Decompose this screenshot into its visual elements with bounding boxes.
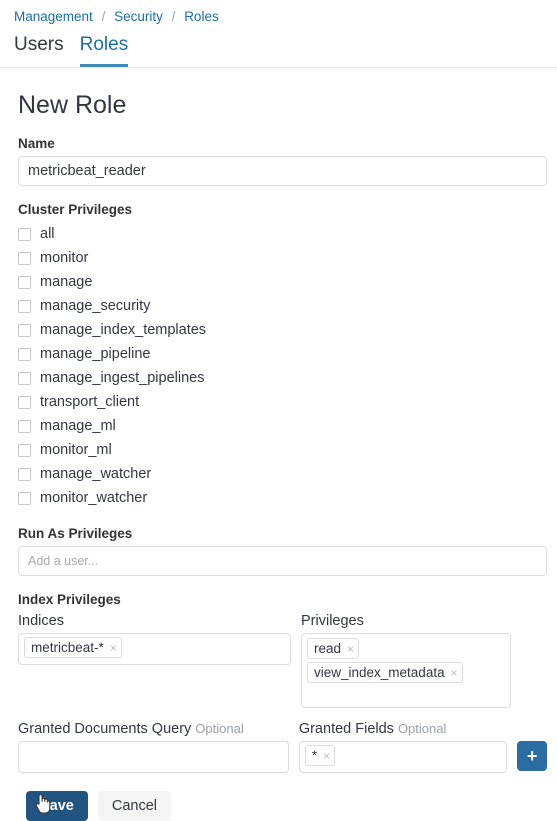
page-title: New Role — [18, 91, 127, 119]
cluster-privilege-row[interactable]: manage_ingest_pipelines — [18, 366, 547, 390]
granted-documents-query-textarea[interactable] — [18, 741, 289, 773]
checkbox-icon[interactable] — [18, 371, 31, 385]
cluster-privilege-row[interactable]: manage_watcher — [18, 462, 547, 486]
remove-icon[interactable]: × — [347, 643, 354, 655]
checkbox-icon[interactable] — [18, 275, 31, 289]
name-input[interactable] — [18, 156, 547, 186]
cluster-privilege-label: monitor_watcher — [40, 490, 148, 506]
breadcrumb-item-security[interactable]: Security — [114, 9, 163, 24]
cluster-privilege-label: manage — [40, 274, 93, 290]
checkbox-icon[interactable] — [18, 323, 31, 337]
tab-users[interactable]: Users — [14, 33, 64, 67]
cluster-privilege-label: manage_pipeline — [40, 346, 151, 362]
breadcrumb-separator: / — [101, 9, 106, 24]
checkbox-icon[interactable] — [18, 491, 31, 505]
cluster-privilege-row[interactable]: monitor_watcher — [18, 486, 547, 510]
granted-documents-query-label: Granted Documents Query Optional — [18, 720, 289, 738]
tab-bar: Users Roles — [0, 25, 557, 67]
privileges-combobox[interactable]: read × view_index_metadata × — [301, 633, 511, 708]
cluster-privilege-row[interactable]: transport_client — [18, 390, 547, 414]
granted-fields-column: Granted Fields Optional * × — [298, 720, 508, 773]
cluster-privilege-label: monitor — [40, 250, 89, 266]
cluster-privilege-row[interactable]: all — [18, 222, 547, 246]
indices-column: Indices metricbeat-* × — [18, 612, 291, 708]
checkbox-icon[interactable] — [18, 347, 31, 361]
checkbox-icon[interactable] — [18, 419, 31, 433]
cluster-privilege-row[interactable]: manage_ml — [18, 414, 547, 438]
new-role-form: New Role Name Cluster Privileges all mon… — [0, 90, 557, 821]
granted-fields-pill[interactable]: * × — [304, 745, 336, 766]
remove-icon[interactable]: × — [323, 750, 330, 762]
breadcrumb-item-roles[interactable]: Roles — [184, 9, 219, 24]
cluster-privileges-list: all monitor manage manage_security manag… — [18, 222, 547, 510]
privileges-label: Privileges — [301, 613, 364, 629]
form-actions: Save Cancel — [26, 791, 547, 821]
cluster-privilege-row[interactable]: manage_pipeline — [18, 342, 547, 366]
cluster-privilege-row[interactable]: monitor_ml — [18, 438, 547, 462]
optional-tag: Optional — [397, 721, 447, 736]
breadcrumb-item-management[interactable]: Management — [14, 9, 93, 24]
add-index-privilege-button[interactable]: + — [517, 741, 548, 771]
cluster-privilege-row[interactable]: monitor — [18, 246, 547, 270]
tab-divider — [0, 67, 557, 68]
checkbox-icon[interactable] — [18, 467, 31, 481]
run-as-privileges-label: Run As Privileges — [18, 526, 133, 541]
tab-roles[interactable]: Roles — [79, 33, 129, 67]
granted-row: Granted Documents Query Optional Granted … — [18, 720, 548, 773]
checkbox-icon[interactable] — [18, 443, 31, 457]
privileges-column: Privileges read × view_index_metadata × — [301, 612, 511, 708]
cancel-button[interactable]: Cancel — [97, 791, 172, 821]
indices-combobox[interactable]: metricbeat-* × — [18, 633, 291, 665]
indices-pill[interactable]: metricbeat-* × — [24, 637, 122, 658]
granted-fields-combobox[interactable]: * × — [298, 741, 508, 773]
privileges-pill[interactable]: read × — [307, 638, 360, 659]
indices-label: Indices — [18, 613, 64, 629]
privileges-pill-label: view_index_metadata — [314, 665, 445, 680]
breadcrumb: Management / Security / Roles — [0, 0, 557, 25]
granted-fields-label: Granted Fields Optional — [299, 720, 507, 738]
cluster-privilege-row[interactable]: manage — [18, 270, 547, 294]
cluster-privilege-label: manage_security — [40, 298, 151, 314]
indices-pill-label: metricbeat-* — [31, 640, 104, 655]
privileges-pill-label: read — [314, 641, 342, 656]
remove-icon[interactable]: × — [451, 667, 458, 679]
checkbox-icon[interactable] — [18, 227, 31, 241]
cluster-privilege-label: manage_ingest_pipelines — [40, 370, 205, 386]
checkbox-icon[interactable] — [18, 299, 31, 313]
cluster-privilege-row[interactable]: manage_index_templates — [18, 318, 547, 342]
cluster-privilege-label: manage_ml — [40, 418, 116, 434]
granted-fields-label-text: Granted Fields — [298, 721, 394, 737]
cluster-privilege-label: all — [40, 226, 55, 242]
remove-icon[interactable]: × — [110, 642, 117, 654]
cluster-privilege-label: transport_client — [40, 394, 140, 410]
name-label: Name — [18, 136, 55, 151]
index-privileges-label: Index Privileges — [18, 592, 121, 607]
granted-fields-pill-label: * — [311, 748, 318, 763]
granted-documents-query-column: Granted Documents Query Optional — [18, 720, 289, 773]
save-button[interactable]: Save — [26, 791, 88, 821]
optional-tag: Optional — [195, 721, 244, 736]
checkbox-icon[interactable] — [18, 251, 31, 265]
granted-documents-query-label-text: Granted Documents Query — [18, 721, 192, 737]
checkbox-icon[interactable] — [18, 395, 31, 409]
cluster-privilege-label: monitor_ml — [40, 442, 112, 458]
cluster-privileges-label: Cluster Privileges — [18, 202, 133, 217]
index-privileges-grid: Indices metricbeat-* × Privileges read ×… — [18, 612, 547, 708]
cluster-privilege-row[interactable]: manage_security — [18, 294, 547, 318]
breadcrumb-separator: / — [171, 9, 176, 24]
privileges-pill[interactable]: view_index_metadata × — [307, 662, 463, 683]
cluster-privilege-label: manage_watcher — [40, 466, 152, 482]
run-as-user-input[interactable] — [18, 546, 547, 576]
cluster-privilege-label: manage_index_templates — [40, 322, 207, 338]
